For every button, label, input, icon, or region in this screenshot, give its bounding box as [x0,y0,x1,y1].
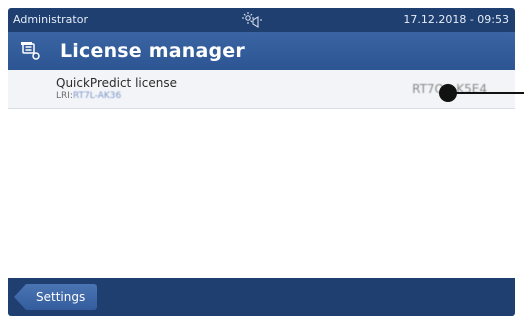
callout-dot [439,84,457,102]
callout-line [456,92,524,94]
license-name: QuickPredict license [56,76,177,90]
license-lri: LRI:RT7L-AK36 [56,91,121,101]
settings-back-button[interactable]: Settings [14,284,98,310]
license-lri-label: LRI: [56,91,73,101]
terminal-screen: Administrator 17.12.2018 - 09:53 License… [8,8,515,316]
status-bar: Administrator 17.12.2018 - 09:53 [8,8,515,32]
current-user[interactable]: Administrator [13,13,88,26]
title-bar: License manager [8,32,515,70]
status-datetime: 17.12.2018 - 09:53 [403,13,509,26]
license-manager-icon [20,41,42,63]
license-lri-value: RT7L-AK36 [72,91,122,101]
page-title: License manager [60,40,245,62]
bottom-bar: Settings [8,278,515,316]
leveling-status-icon[interactable] [241,11,263,29]
